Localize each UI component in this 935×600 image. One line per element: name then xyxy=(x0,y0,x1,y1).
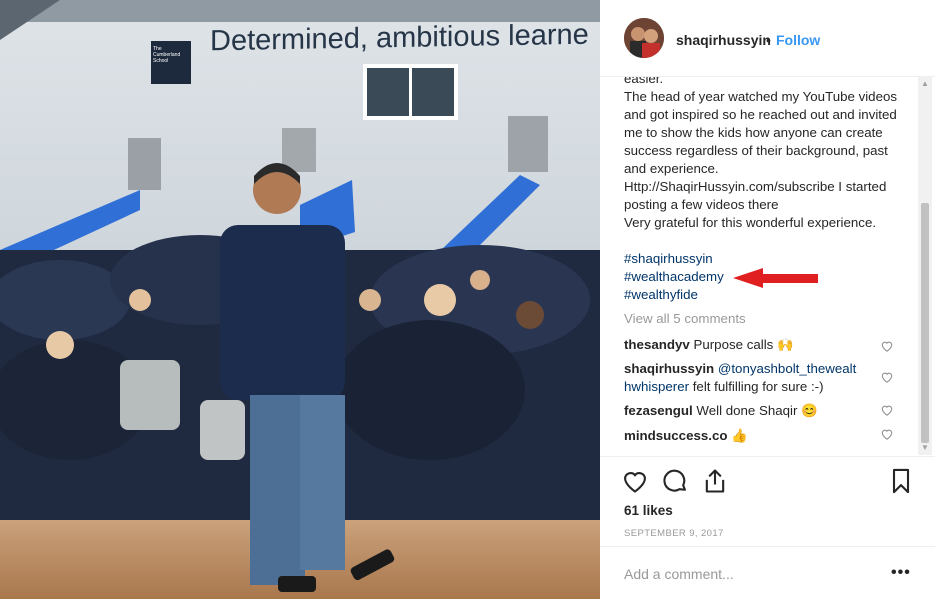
comment-text: felt fulfilling for sure :-) xyxy=(689,379,824,394)
comment-text: Purpose calls 🙌 xyxy=(693,337,794,352)
add-comment-bar: ••• xyxy=(600,546,935,600)
likes-count[interactable]: 61 likes xyxy=(624,503,673,518)
avatar-image xyxy=(624,18,664,58)
post-actions: 61 likes SEPTEMBER 9, 2017 xyxy=(600,456,935,547)
like-comment-heart-icon[interactable] xyxy=(880,403,894,417)
school-logo-text: The Cumberland School xyxy=(153,46,181,64)
add-comment-input[interactable] xyxy=(624,566,874,582)
view-all-comments-link[interactable]: View all 5 comments xyxy=(624,311,746,326)
comment-username[interactable]: mindsuccess.co xyxy=(624,428,727,443)
post-details-panel: shaqirhussyin • Follow easier. The head … xyxy=(600,0,935,599)
like-comment-heart-icon[interactable] xyxy=(880,370,894,384)
hashtag-link[interactable]: #wealthacademy xyxy=(624,268,724,286)
banner-text: Determined, ambitious learne xyxy=(210,18,589,58)
comment-item: shaqirhussyin @tonyashbolt_thewealt hwhi… xyxy=(624,360,874,396)
comment-text: Well done Shaqir 😊 xyxy=(696,403,818,418)
comment-item: thesandyv Purpose calls 🙌 xyxy=(624,336,874,354)
follow-button[interactable]: Follow xyxy=(776,32,820,48)
comments-scroll-area[interactable]: easier. The head of year watched my YouT… xyxy=(600,77,935,455)
share-icon[interactable] xyxy=(701,467,729,495)
username-link[interactable]: shaqirhussyin xyxy=(676,32,771,48)
post-caption: easier. The head of year watched my YouT… xyxy=(624,77,898,230)
bookmark-icon[interactable] xyxy=(887,467,915,495)
comment-bubble-icon[interactable] xyxy=(661,467,689,495)
scroll-up-arrow-icon[interactable]: ▲ xyxy=(921,80,929,88)
comment-username[interactable]: thesandyv xyxy=(624,337,690,352)
hashtag-link[interactable]: #wealthyfide xyxy=(624,286,724,304)
post-date: SEPTEMBER 9, 2017 xyxy=(624,528,724,539)
like-comment-heart-icon[interactable] xyxy=(880,339,894,353)
annotation-arrow-icon xyxy=(733,268,818,288)
comment-username[interactable]: fezasengul xyxy=(624,403,693,418)
like-heart-icon[interactable] xyxy=(621,467,649,495)
hashtag-link[interactable]: #shaqirhussyin xyxy=(624,250,724,268)
scrollbar-thumb[interactable] xyxy=(921,203,929,443)
comment-item: fezasengul Well done Shaqir 😊 xyxy=(624,402,874,420)
more-options-button[interactable]: ••• xyxy=(891,564,911,582)
post-header: shaqirhussyin • Follow xyxy=(600,0,935,77)
comment-username[interactable]: shaqirhussyin xyxy=(624,361,714,376)
hashtag-list: #shaqirhussyin #wealthacademy #wealthyfi… xyxy=(624,250,724,304)
post-photo[interactable]: Determined, ambitious learne The Cumberl… xyxy=(0,0,600,599)
like-comment-heart-icon[interactable] xyxy=(880,427,894,441)
scroll-down-arrow-icon[interactable]: ▼ xyxy=(921,444,929,452)
post-photo-image xyxy=(0,0,600,599)
comment-text: 👍 xyxy=(731,428,748,443)
avatar[interactable] xyxy=(624,18,664,58)
separator-dot: • xyxy=(766,32,771,48)
comment-item: mindsuccess.co 👍 xyxy=(624,427,874,445)
